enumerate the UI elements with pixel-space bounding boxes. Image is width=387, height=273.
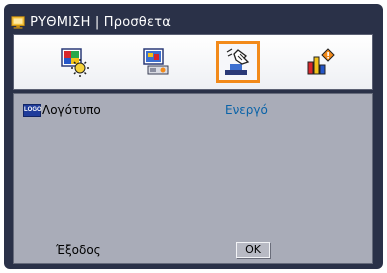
ok-button[interactable]: OK [236, 242, 270, 258]
setup-hand-icon [225, 48, 250, 75]
logo-badge-icon: LOGO [23, 104, 42, 117]
osd-window: ΡΥΘΜΙΣΗ | Προσθετα LOGO Λογότυπο Ενεργό … [4, 4, 383, 269]
image-settings-icon [61, 48, 89, 77]
settings-panel: LOGO Λογότυπο Ενεργό Έξοδος OK [13, 93, 373, 264]
monitor-menu-icon [11, 16, 25, 29]
display-settings-icon [143, 48, 169, 75]
logo-setting-row[interactable]: LOGO Λογότυπο Ενεργό [14, 98, 372, 120]
menu-tab-bar [13, 34, 373, 90]
logo-setting-value[interactable]: Ενεργό [225, 103, 268, 117]
exit-label: Έξοδος [56, 243, 101, 257]
tab-info[interactable] [298, 41, 342, 83]
tab-image[interactable] [52, 41, 96, 83]
tab-setup[interactable] [216, 41, 260, 83]
title-bar: ΡΥΘΜΙΣΗ | Προσθετα [11, 11, 171, 33]
info-chart-icon [307, 48, 335, 75]
window-title: ΡΥΘΜΙΣΗ | Προσθετα [30, 14, 171, 30]
tab-display[interactable] [134, 41, 178, 83]
logo-setting-label: Λογότυπο [42, 103, 101, 117]
